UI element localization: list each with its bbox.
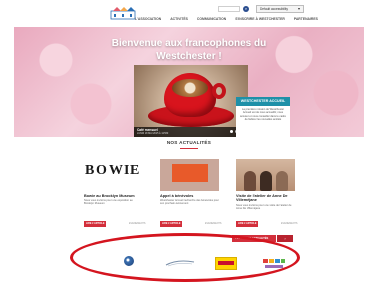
slide-dot[interactable]	[230, 130, 233, 133]
read-article-button[interactable]: LIRE L'ARTICLE	[160, 221, 182, 227]
coffee-graphic	[172, 79, 208, 97]
hero-title: Bienvenue aux francophones du Westcheste…	[14, 37, 364, 63]
article-meta: EVENEMENTS	[205, 222, 222, 225]
article-meta: EVENEMENTS	[281, 222, 298, 225]
person-graphic	[276, 171, 288, 191]
highlight-ellipse	[70, 233, 300, 282]
read-article-button[interactable]: LIRE L'ARTICLE	[236, 221, 258, 227]
news-card[interactable]: Appel à bénévoles Westchester Accueil re…	[160, 159, 219, 205]
bowie-letter-graphic: W	[109, 163, 124, 178]
accessibility-dropdown[interactable]: Default accessibility ▾	[256, 5, 304, 13]
arrow-right-icon[interactable]: ›	[277, 235, 293, 242]
news-card-text: Nous vous invitons pour une visite de l'…	[236, 203, 292, 210]
bowie-letter-graphic: E	[130, 163, 141, 178]
nav-item-communication[interactable]: COMMUNICATION	[197, 17, 226, 23]
search-icon[interactable]: ⌕	[243, 6, 249, 12]
nav-item-activites[interactable]: ACTIVITÉS	[170, 17, 188, 23]
news-card-text: Westchester Accueil recherche des bénévo…	[160, 199, 219, 206]
benevoles-thumbnail[interactable]	[160, 159, 219, 191]
news-card-title[interactable]: Bowie au Brooklyn Museum	[84, 194, 143, 198]
nav-item-partenaires[interactable]: PARTENAIRES	[294, 17, 318, 23]
news-card-text: Nous vous invitons pour une exposition a…	[84, 199, 133, 206]
accessibility-label: Default accessibility	[260, 7, 288, 11]
news-heading: NOS ACTUALITÉS	[166, 140, 212, 145]
news-card[interactable]: Visite de l'atelier de Anne De Villeméja…	[236, 159, 295, 210]
chevron-down-icon: ▾	[297, 6, 300, 11]
side-panel-heading[interactable]: WESTCHESTER ACCUEIL	[236, 97, 290, 106]
news-card-title[interactable]: Appel à bénévoles	[160, 194, 219, 198]
cup-handle-graphic	[212, 83, 226, 99]
hero-title-line2: Westchester !	[156, 51, 222, 62]
person-graphic	[260, 171, 272, 191]
bowie-letter-graphic: B	[85, 163, 96, 178]
westchester-logo[interactable]	[110, 6, 136, 20]
benevoles-sign-graphic	[172, 164, 208, 182]
nav-item-inscrire[interactable]: S'INSCRIRE À WESTCHESTER	[235, 17, 285, 23]
bowie-thumbnail[interactable]: B O W I E	[84, 159, 143, 191]
side-panel-text: La première mission de Westchester Accue…	[236, 106, 290, 137]
hero-slide-image[interactable]: Café mensuel LUNDI 18 MAI 2015 À 11H30	[134, 65, 248, 137]
hero-title-line1: Bienvenue aux francophones du	[111, 38, 267, 49]
person-graphic	[244, 171, 256, 191]
heart-cup-graphic	[164, 73, 216, 117]
news-card[interactable]: B O W I E Bowie au Brooklyn Museum Nous …	[84, 159, 143, 205]
bowie-letter-graphic: O	[96, 163, 108, 178]
article-meta: EVENEMENTS	[129, 222, 146, 225]
hero-banner: Bienvenue aux francophones du Westcheste…	[14, 27, 364, 137]
news-heading-underline	[180, 148, 198, 149]
atelier-thumbnail[interactable]	[236, 159, 295, 191]
slide-caption-date: LUNDI 18 MAI 2015 À 11H30	[137, 132, 169, 135]
main-nav: L'ASSOCIATION ACTIVITÉS COMMUNICATION S'…	[135, 17, 318, 23]
search-input[interactable]	[218, 6, 240, 12]
nav-item-association[interactable]: L'ASSOCIATION	[135, 17, 161, 23]
news-card-title[interactable]: Visite de l'atelier de Anne De Villeméja…	[236, 194, 295, 203]
read-article-button[interactable]: LIRE L'ARTICLE	[84, 221, 106, 227]
